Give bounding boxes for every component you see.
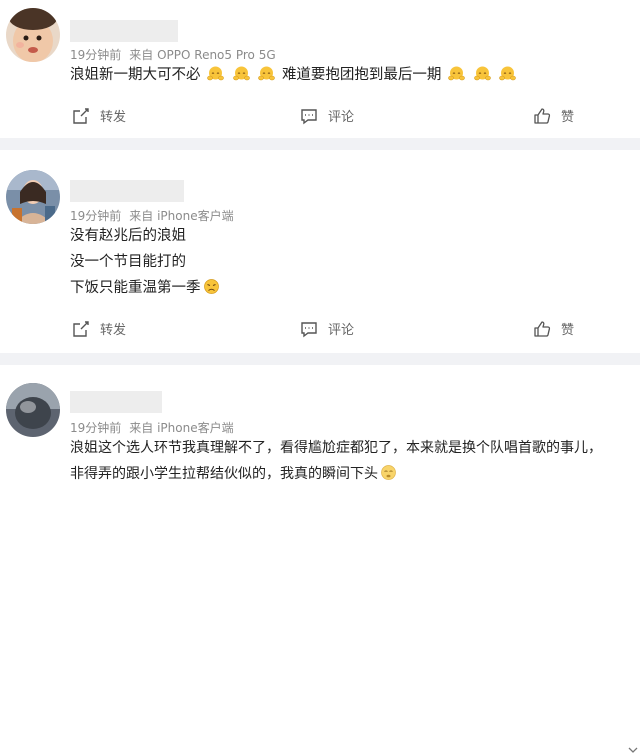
post-card: 19分钟前 来自 iPhone客户端 浪姐这个选人环节我真理解不了，看得尴尬症都犯…	[0, 365, 640, 753]
post-source: 来自 OPPO Reno5 Pro 5G	[129, 48, 276, 62]
post-source: 来自 iPhone客户端	[129, 209, 234, 223]
post-card: 19分钟前 来自 OPPO Reno5 Pro 5G 浪姐新一期大可不必 难道要抱…	[0, 0, 640, 138]
comment-label: 评论	[328, 110, 355, 125]
username-redacted[interactable]	[70, 180, 184, 202]
post-separator	[0, 353, 640, 365]
avatar[interactable]	[6, 170, 60, 224]
comment-button[interactable]: 评论	[300, 319, 354, 338]
text-line: 没一个节目能打的	[70, 254, 186, 270]
repost-button[interactable]: 转发	[72, 319, 126, 338]
post-text: 浪姐这个选人环节我真理解不了，看得尴尬症都犯了，本来就是换个队唱首歌的事儿， 非…	[70, 435, 602, 487]
post-source: 来自 iPhone客户端	[129, 421, 234, 435]
text-line: 浪姐这个选人环节我真理解不了，看得尴尬症都犯了，本来就是换个队唱首歌的事儿，	[70, 440, 602, 456]
like-button[interactable]: 赞	[533, 319, 574, 338]
post-time: 19分钟前	[70, 421, 122, 435]
comment-button[interactable]: 评论	[300, 106, 354, 125]
text-line: 下饭只能重温第一季	[70, 275, 222, 301]
hug-emoji-icon	[258, 65, 276, 82]
post-separator	[0, 138, 640, 150]
post-time: 19分钟前	[70, 209, 122, 223]
post-meta: 19分钟前 来自 OPPO Reno5 Pro 5G	[70, 46, 276, 63]
repost-label: 转发	[100, 323, 127, 338]
thumbs-up-icon	[533, 320, 561, 338]
hug-emoji-icon	[473, 65, 491, 82]
like-label: 赞	[561, 323, 575, 338]
speechless-face-emoji-icon	[380, 464, 397, 481]
sad-face-emoji-icon	[203, 278, 220, 295]
like-label: 赞	[561, 110, 575, 125]
text-line: 非得弄的跟小学生拉帮结伙似的，我真的瞬间下头	[70, 461, 602, 487]
avatar[interactable]	[6, 383, 60, 437]
comment-label: 评论	[328, 323, 355, 338]
thumbs-up-icon	[533, 107, 561, 125]
repost-label: 转发	[100, 110, 127, 125]
post-card: 19分钟前 来自 iPhone客户端 没有赵兆后的浪姐 没一个节目能打的 下饭只能…	[0, 150, 640, 353]
comment-icon	[300, 320, 328, 338]
repost-icon	[72, 320, 100, 338]
post-text: 没有赵兆后的浪姐 没一个节目能打的 下饭只能重温第一季	[70, 223, 222, 301]
username-redacted[interactable]	[70, 20, 178, 42]
hug-emoji-icon	[499, 65, 517, 82]
repost-icon	[72, 107, 100, 125]
comment-icon	[300, 107, 328, 125]
hug-emoji-icon	[448, 65, 465, 82]
post-text: 浪姐新一期大可不必 难道要抱团抱到最后一期	[70, 62, 518, 88]
post-meta: 19分钟前 来自 iPhone客户端	[70, 419, 234, 436]
hug-emoji-icon	[232, 65, 250, 82]
avatar[interactable]	[6, 8, 60, 62]
chevron-down-icon[interactable]	[628, 747, 638, 755]
repost-button[interactable]: 转发	[72, 106, 126, 125]
post-meta: 19分钟前 来自 iPhone客户端	[70, 207, 234, 224]
text-line: 没有赵兆后的浪姐	[70, 228, 186, 244]
post-time: 19分钟前	[70, 48, 122, 62]
like-button[interactable]: 赞	[533, 106, 574, 125]
hug-emoji-icon	[207, 65, 224, 82]
username-redacted[interactable]	[70, 391, 162, 413]
